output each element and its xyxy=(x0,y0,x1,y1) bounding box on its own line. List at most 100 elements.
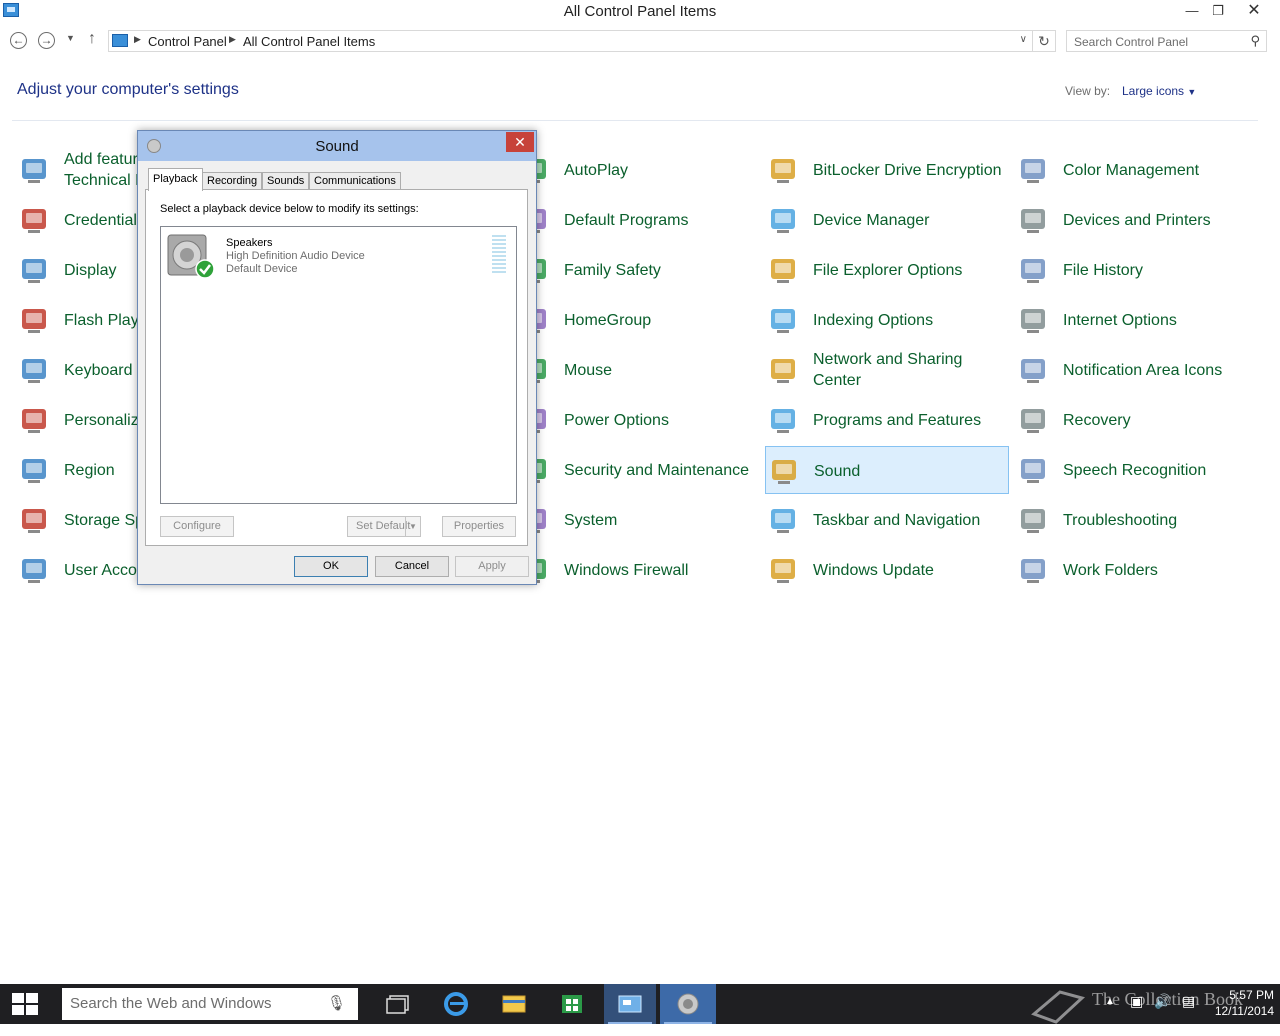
taskbar-clock[interactable]: 5:57 PM 12/11/2014 xyxy=(1200,987,1274,1019)
taskbar-icon xyxy=(768,504,800,536)
control-panel-taskbar-button[interactable] xyxy=(604,984,656,1024)
windows-logo-icon xyxy=(12,993,38,1015)
control-panel-item-file-explorer-options[interactable]: File Explorer Options xyxy=(765,246,1009,294)
speaker-device-icon xyxy=(167,234,215,279)
control-panel-item-label: Security and Maintenance xyxy=(564,461,749,479)
control-panel-item-recovery[interactable]: Recovery xyxy=(1015,396,1259,444)
internet-explorer-button[interactable] xyxy=(430,984,482,1024)
close-window-button[interactable]: ✕ xyxy=(1240,0,1268,22)
storage-icon xyxy=(19,504,51,536)
control-panel-item-autoplay[interactable]: AutoPlay xyxy=(516,146,760,194)
maximize-button[interactable]: ❐ xyxy=(1204,0,1232,22)
breadcrumb-separator-icon[interactable]: ▶ xyxy=(134,34,141,45)
book-watermark-icon xyxy=(1031,990,1086,1024)
device-manager-icon xyxy=(768,204,800,236)
clock-time: 5:57 PM xyxy=(1229,988,1274,1002)
control-panel-item-sound[interactable]: Sound xyxy=(765,446,1009,494)
apply-button[interactable]: Apply xyxy=(455,556,529,577)
task-view-button[interactable] xyxy=(373,984,425,1024)
dialog-title-bar[interactable]: Sound ✕ xyxy=(138,131,536,161)
page-title: Adjust your computer's settings xyxy=(17,81,239,98)
control-panel-item-power-options[interactable]: Power Options xyxy=(516,396,760,444)
speaker-icon xyxy=(677,993,699,1015)
control-panel-item-label: Mouse xyxy=(564,361,613,379)
chevron-down-icon[interactable]: ▼ xyxy=(405,517,420,536)
control-panel-item-speech-recognition[interactable]: Speech Recognition xyxy=(1015,446,1259,494)
refresh-icon[interactable]: ↻ xyxy=(1032,31,1055,51)
forward-button[interactable]: → xyxy=(38,32,55,49)
keyboard-icon xyxy=(19,354,51,386)
control-panel-item-label: Indexing Options xyxy=(813,311,934,329)
breadcrumb-all-items[interactable]: All Control Panel Items xyxy=(243,34,375,49)
clock-date: 12/11/2014 xyxy=(1214,1004,1274,1018)
cancel-button[interactable]: Cancel xyxy=(375,556,449,577)
file-explorer-button[interactable] xyxy=(488,984,540,1024)
volume-level-meter xyxy=(492,235,506,275)
address-bar[interactable]: ▶ Control Panel ▶ All Control Panel Item… xyxy=(108,30,1056,52)
network-tray-icon[interactable]: ▣ xyxy=(1130,993,1143,1033)
taskbar: Search the Web and Windows 🎙 The Collect… xyxy=(0,984,1280,1024)
control-panel-item-color-management[interactable]: Color Management xyxy=(1015,146,1259,194)
recovery-icon xyxy=(1018,404,1050,436)
control-panel-item-troubleshooting[interactable]: Troubleshooting xyxy=(1015,496,1259,544)
tab-recording[interactable]: Recording xyxy=(202,172,263,190)
chevron-down-icon: ▼ xyxy=(1187,87,1197,97)
properties-button[interactable]: Properties xyxy=(442,516,516,537)
minimize-button[interactable]: — xyxy=(1178,0,1206,22)
volume-tray-icon[interactable]: 🔊 xyxy=(1154,993,1171,1033)
control-panel-item-default-programs[interactable]: Default Programs xyxy=(516,196,760,244)
control-panel-item-programs-and-features[interactable]: Programs and Features xyxy=(765,396,1009,444)
control-panel-item-family-safety[interactable]: Family Safety xyxy=(516,246,760,294)
control-panel-item-windows-update[interactable]: Windows Update xyxy=(765,546,1009,594)
search-input[interactable]: Search Control Panel ⚲ xyxy=(1066,30,1267,52)
control-panel-item-windows-firewall[interactable]: Windows Firewall xyxy=(516,546,760,594)
sound-taskbar-button[interactable] xyxy=(660,984,716,1024)
control-panel-item-taskbar-and-navigation[interactable]: Taskbar and Navigation xyxy=(765,496,1009,544)
control-panel-item-work-folders[interactable]: Work Folders xyxy=(1015,546,1259,594)
control-panel-item-network-and-sharing-center[interactable]: Network and Sharing Center xyxy=(765,346,1009,394)
tab-playback[interactable]: Playback xyxy=(148,168,203,191)
tab-sounds[interactable]: Sounds xyxy=(262,172,310,190)
search-icon[interactable]: ⚲ xyxy=(1250,33,1260,49)
control-panel-item-security-and-maintenance[interactable]: Security and Maintenance xyxy=(516,446,760,494)
region-icon xyxy=(19,454,51,486)
recent-locations-chevron-icon[interactable]: ▼ xyxy=(66,33,75,43)
breadcrumb-separator-icon[interactable]: ▶ xyxy=(229,34,236,45)
control-panel-item-label: Taskbar and Navigation xyxy=(813,511,981,529)
control-panel-item-device-manager[interactable]: Device Manager xyxy=(765,196,1009,244)
control-panel-item-homegroup[interactable]: HomeGroup xyxy=(516,296,760,344)
store-button[interactable] xyxy=(546,984,598,1024)
internet-options-icon xyxy=(1018,304,1050,336)
control-panel-item-file-history[interactable]: File History xyxy=(1015,246,1259,294)
up-button[interactable]: ↑ xyxy=(88,30,96,48)
taskbar-search-input[interactable]: Search the Web and Windows 🎙 xyxy=(62,988,358,1020)
show-hidden-icons-icon[interactable]: ▲ xyxy=(1105,996,1115,1036)
window-title: All Control Panel Items xyxy=(563,3,717,20)
control-panel-item-system[interactable]: System xyxy=(516,496,760,544)
device-list-item[interactable]: Speakers High Definition Audio Device De… xyxy=(163,229,512,279)
action-center-icon[interactable]: ▤ xyxy=(1182,993,1195,1033)
view-by-dropdown[interactable]: Large icons ▼ xyxy=(1122,84,1196,98)
start-button[interactable] xyxy=(0,984,50,1024)
address-dropdown-icon[interactable]: ∨ xyxy=(1020,34,1027,45)
tab-communications[interactable]: Communications xyxy=(309,172,401,190)
speaker-icon xyxy=(769,455,801,487)
microphone-icon[interactable]: 🎙 xyxy=(327,994,346,1012)
control-panel-item-devices-and-printers[interactable]: Devices and Printers xyxy=(1015,196,1259,244)
search-placeholder: Search Control Panel xyxy=(1074,35,1189,49)
breadcrumb-control-panel[interactable]: Control Panel xyxy=(148,34,227,49)
flash-icon xyxy=(19,304,51,336)
configure-button[interactable]: Configure xyxy=(160,516,234,537)
control-panel-icon xyxy=(112,34,128,47)
playback-device-list[interactable]: Speakers High Definition Audio Device De… xyxy=(160,226,517,504)
ok-button[interactable]: OK xyxy=(294,556,368,577)
back-button[interactable]: ← xyxy=(10,32,27,49)
control-panel-item-bitlocker-drive-encryption[interactable]: BitLocker Drive Encryption xyxy=(765,146,1009,194)
control-panel-item-internet-options[interactable]: Internet Options xyxy=(1015,296,1259,344)
control-panel-item-label: BitLocker Drive Encryption xyxy=(813,161,1002,179)
control-panel-item-indexing-options[interactable]: Indexing Options xyxy=(765,296,1009,344)
dialog-close-button[interactable]: ✕ xyxy=(506,132,534,152)
control-panel-item-mouse[interactable]: Mouse xyxy=(516,346,760,394)
set-default-button[interactable]: Set Default ▼ xyxy=(347,516,421,537)
control-panel-item-notification-area-icons[interactable]: Notification Area Icons xyxy=(1015,346,1259,394)
